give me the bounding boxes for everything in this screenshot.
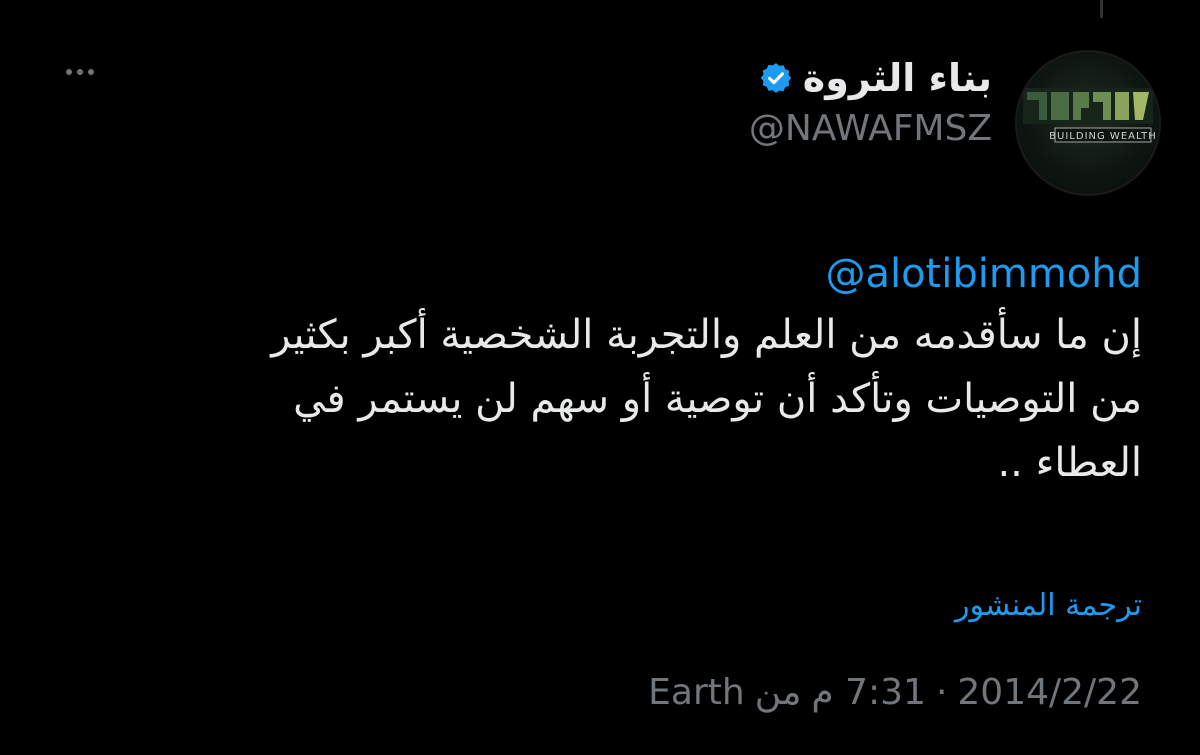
more-options-button[interactable] bbox=[60, 57, 100, 87]
display-name-row: بناء الثروة bbox=[749, 52, 992, 104]
tweet-text: إن ما سأقدمه من العلم والتجربة الشخصية أ… bbox=[62, 303, 1142, 495]
tweet-text-line: إن ما سأقدمه من العلم والتجربة الشخصية أ… bbox=[271, 312, 1142, 358]
meta-separator: · bbox=[935, 672, 948, 713]
tweet-body: @alotibimmohd إن ما سأقدمه من العلم والت… bbox=[62, 245, 1142, 495]
author-handle[interactable]: @NAWAFMSZ bbox=[749, 108, 992, 149]
top-divider bbox=[1100, 0, 1103, 18]
tweet-date[interactable]: 2014/2/22 bbox=[957, 672, 1142, 713]
more-dot bbox=[77, 69, 83, 75]
mention-link[interactable]: @alotibimmohd bbox=[62, 245, 1142, 303]
more-dot bbox=[88, 69, 94, 75]
display-name[interactable]: بناء الثروة bbox=[803, 52, 992, 104]
avatar-logo-text: BUILDING WEALTH bbox=[1049, 131, 1157, 142]
tweet-source[interactable]: Earth bbox=[648, 672, 745, 713]
author-block: بناء الثروة @NAWAFMSZ bbox=[749, 52, 992, 149]
translate-post-link[interactable]: ترجمة المنشور bbox=[955, 588, 1142, 623]
tweet-meta: 2014/2/22 · 7:31 م من Earth bbox=[648, 672, 1142, 713]
tweet-text-line: العطاء .. bbox=[997, 440, 1142, 486]
avatar[interactable]: BUILDING WEALTH bbox=[1015, 50, 1161, 196]
tweet-time[interactable]: 7:31 م bbox=[811, 672, 926, 713]
verified-badge-icon[interactable] bbox=[759, 61, 793, 95]
source-prefix: من bbox=[754, 672, 802, 713]
building-wealth-logo-icon: BUILDING WEALTH bbox=[1023, 88, 1157, 143]
more-dots-icon bbox=[66, 69, 72, 75]
tweet-text-line: من التوصيات وتأكد أن توصية أو سهم لن يست… bbox=[293, 376, 1142, 422]
